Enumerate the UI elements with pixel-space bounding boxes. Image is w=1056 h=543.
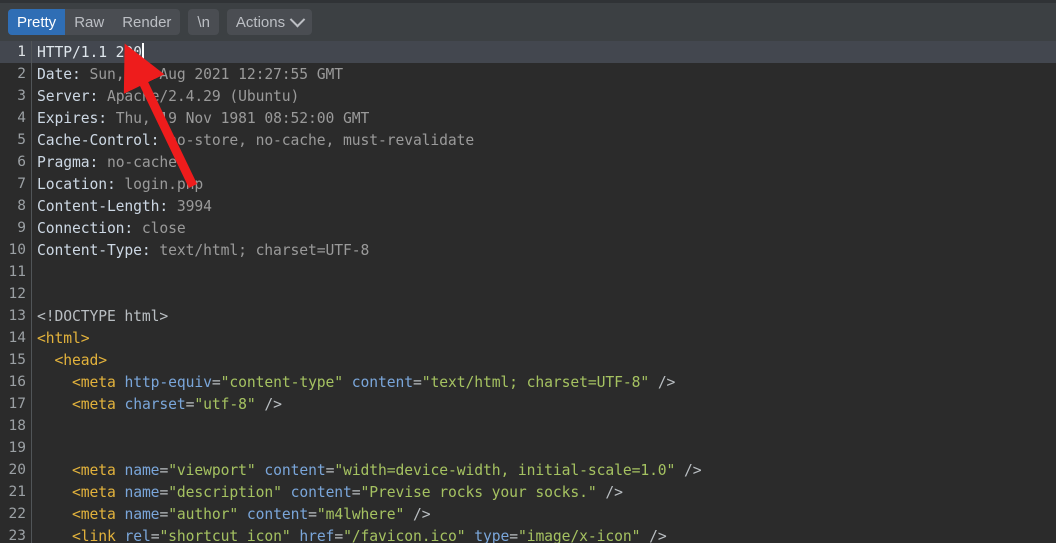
code-line[interactable]: 14 <html> [0,327,1056,349]
line-number: 7 [17,176,26,192]
code-line-content: Server: Apache/2.4.29 (Ubuntu) [37,87,300,105]
code-line-content: <!DOCTYPE html> [37,307,169,325]
line-number: 23 [8,528,26,543]
code-line[interactable]: 13 <!DOCTYPE html> [0,305,1056,327]
code-line[interactable]: 3 Server: Apache/2.4.29 (Ubuntu) [0,85,1056,107]
code-line[interactable]: 12 [0,283,1056,305]
code-line-content: Location: login.php [37,175,204,193]
actions-menu-button[interactable]: Actions [226,9,313,35]
line-number: 21 [8,484,26,500]
line-number: 20 [8,462,26,478]
code-line[interactable]: 17 <meta charset="utf-8" /> [0,393,1056,415]
code-line[interactable]: 1 HTTP/1.1 200 [0,41,1056,63]
code-line[interactable]: 22 <meta name="author" content="m4lwhere… [0,503,1056,525]
code-line-content: <meta name="viewport" content="width=dev… [71,461,702,479]
line-number: 9 [17,220,26,236]
code-line[interactable]: 5 Cache-Control: no-store, no-cache, must… [0,129,1056,151]
code-line[interactable]: 10 Content-Type: text/html; charset=UTF-8 [0,239,1056,261]
line-number: 2 [17,66,26,82]
code-line[interactable]: 16 <meta http-equiv="content-type" conte… [0,371,1056,393]
tab-raw[interactable]: Raw [65,9,113,35]
line-number: 6 [17,154,26,170]
code-line[interactable]: 20 <meta name="viewport" content="width=… [0,459,1056,481]
actions-label: Actions [235,13,286,31]
newline-label: \n [197,13,210,31]
line-number: 14 [8,330,26,346]
code-line-content: Connection: close [37,219,186,237]
gutter-divider [31,261,32,283]
code-line[interactable]: 23 <link rel="shortcut icon" href="/favi… [0,525,1056,543]
text-caret [141,43,144,60]
code-line-content: <html> [37,329,90,347]
line-number: 19 [8,440,26,456]
burp-response-viewer: Pretty Raw Render \n Actions 1 HTTP/1.1 2… [0,0,1056,543]
response-toolbar: Pretty Raw Render \n Actions [0,0,1056,41]
line-number: 13 [8,308,26,324]
code-line[interactable]: 18 [0,415,1056,437]
code-line[interactable]: 8 Content-Length: 3994 [0,195,1056,217]
tab-render[interactable]: Render [113,9,180,35]
code-line-content: <meta charset="utf-8" /> [71,395,282,413]
code-line-content: Cache-Control: no-store, no-cache, must-… [37,131,475,149]
gutter-divider [31,415,32,437]
code-line[interactable]: 9 Connection: close [0,217,1056,239]
chevron-down-icon [289,11,306,27]
line-number: 10 [8,242,26,258]
line-number: 8 [17,198,26,214]
gutter-divider [31,437,32,459]
gutter-divider [31,283,32,305]
code-line-content: <head> [54,351,108,369]
line-number: 12 [8,286,26,302]
code-line[interactable]: 4 Expires: Thu, 19 Nov 1981 08:52:00 GMT [0,107,1056,129]
code-line-content: Content-Length: 3994 [37,197,212,215]
line-number: 4 [17,110,26,126]
code-line-content: HTTP/1.1 200 [37,43,144,61]
code-line[interactable]: 19 [0,437,1056,459]
line-number: 15 [8,352,26,368]
line-number: 1 [17,44,26,60]
code-line-content: Pragma: no-cache [37,153,177,171]
tab-pretty[interactable]: Pretty [8,9,66,35]
code-line-content: <meta name="author" content="m4lwhere" /… [71,505,431,523]
code-line-content: Date: Sun, 29 Aug 2021 12:27:55 GMT [37,65,343,83]
code-line[interactable]: 7 Location: login.php [0,173,1056,195]
newline-toggle-button[interactable]: \n [188,9,219,35]
code-line-content: <meta name="description" content="Previs… [71,483,623,501]
line-number: 16 [8,374,26,390]
line-number: 11 [8,264,26,280]
line-number: 3 [17,88,26,104]
view-mode-segmented-control[interactable]: Pretty Raw Render [8,9,181,35]
line-number: 17 [8,396,26,412]
code-line[interactable]: 6 Pragma: no-cache [0,151,1056,173]
code-line[interactable]: 21 <meta name="description" content="Pre… [0,481,1056,503]
code-line-content: Expires: Thu, 19 Nov 1981 08:52:00 GMT [37,109,370,127]
code-line[interactable]: 11 [0,261,1056,283]
line-number: 22 [8,506,26,522]
code-line[interactable]: 2 Date: Sun, 29 Aug 2021 12:27:55 GMT [0,63,1056,85]
code-line-content: <link rel="shortcut icon" href="/favicon… [71,527,667,543]
code-line[interactable]: 15 <head> [0,349,1056,371]
response-code-editor[interactable]: 1 HTTP/1.1 200 2 Date: Sun, 29 Aug 2021 12:… [0,41,1056,543]
line-number: 18 [8,418,26,434]
code-line-content: <meta http-equiv="content-type" content=… [71,373,676,391]
line-number: 5 [17,132,26,148]
code-line-content: Content-Type: text/html; charset=UTF-8 [37,241,370,259]
